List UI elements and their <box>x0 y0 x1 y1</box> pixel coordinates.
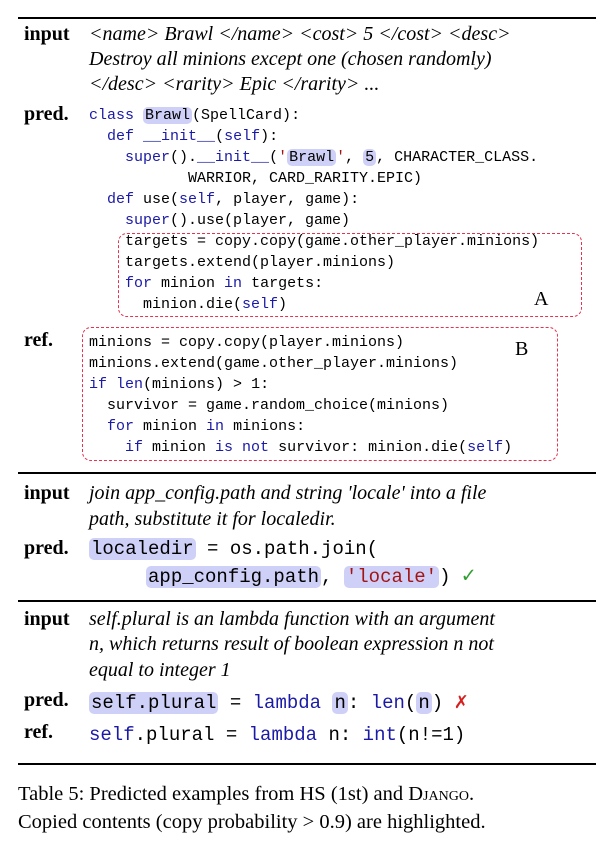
ex2-input-line-1: join app_config.path and string 'locale'… <box>89 482 487 504</box>
table-top-rule <box>18 17 596 19</box>
cross-icon: ✗ <box>454 690 468 715</box>
ex2-input-line-2: path, substitute it for localedir. <box>89 508 336 530</box>
ex1-pred-label: pred. <box>24 103 69 125</box>
ex1-input-line-3: </desc> <rarity> Epic </rarity> ... <box>89 73 380 95</box>
ex3-pred-code: self.plural = lambda n: len(n) ✗ <box>89 690 468 715</box>
ex3-ref-label: ref. <box>24 721 54 743</box>
caption-line-2: Copied contents (copy probability > 0.9)… <box>18 811 486 833</box>
ex2-pred-label: pred. <box>24 537 69 559</box>
check-icon: ✓ <box>461 564 476 589</box>
box-a-label: A <box>534 288 549 310</box>
caption-line-1: Table 5: Predicted examples from HS (1st… <box>18 783 475 805</box>
ex3-input-label: input <box>24 608 70 630</box>
table-bottom-rule <box>18 763 596 765</box>
ex3-input-line-3: equal to integer 1 <box>89 659 231 681</box>
ex2-pred-code: localedir = os.path.join( app_config.pat… <box>89 538 476 589</box>
ex3-ref-code: self.plural = lambda n: int(n!=1) <box>89 724 466 746</box>
ex3-input-line-2: n, which returns result of boolean expre… <box>89 633 494 655</box>
ex1-ref-label: ref. <box>24 329 54 351</box>
highlight-box-a <box>118 233 582 317</box>
section-rule-2 <box>18 600 596 602</box>
ex1-input-label: input <box>24 23 70 45</box>
ex2-input-label: input <box>24 482 70 504</box>
highlight-box-b <box>82 327 558 461</box>
ex1-input-line-1: <name> Brawl </name> <cost> 5 </cost> <d… <box>89 23 511 45</box>
ex1-input-line-2: Destroy all minions except one (chosen r… <box>89 48 492 70</box>
ex3-input-line-1: self.plural is an lambda function with a… <box>89 608 495 630</box>
section-rule-1 <box>18 472 596 474</box>
box-b-label: B <box>515 338 529 360</box>
ex3-pred-label: pred. <box>24 689 69 711</box>
table-caption: Table 5: Predicted examples from HS (1st… <box>18 780 602 836</box>
